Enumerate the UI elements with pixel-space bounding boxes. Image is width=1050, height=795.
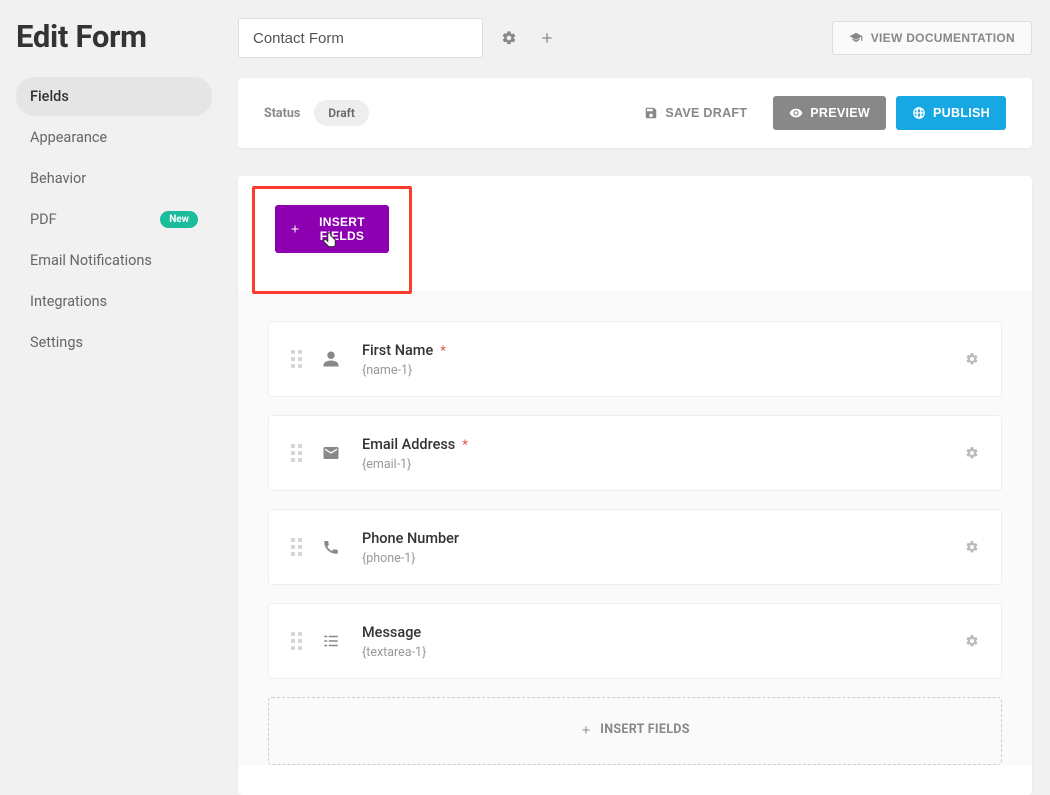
plus-icon — [289, 223, 301, 235]
graduation-cap-icon — [849, 31, 863, 45]
field-meta: Phone Number {phone-1} — [362, 528, 945, 566]
insert-fields-highlight: INSERT FIELDS — [252, 186, 412, 294]
preview-button[interactable]: PREVIEW — [773, 96, 886, 130]
field-slug: {name-1} — [362, 363, 945, 378]
main: VIEW DOCUMENTATION Status Draft SAVE DRA… — [220, 0, 1050, 795]
sidebar-item-behavior[interactable]: Behavior — [16, 159, 212, 198]
gear-icon[interactable] — [965, 446, 979, 460]
field-label: First Name — [362, 342, 433, 359]
status-badge: Draft — [314, 100, 369, 126]
fields-list: First Name * {name-1} — [238, 291, 1032, 765]
plus-icon — [580, 724, 592, 736]
field-label: Email Address — [362, 436, 455, 453]
sidebar-nav: Fields Appearance Behavior PDF New Email… — [16, 77, 212, 362]
sidebar-item-label: Settings — [30, 334, 83, 351]
status-label: Status — [264, 106, 300, 121]
drag-handle-icon[interactable] — [291, 444, 302, 462]
plus-icon[interactable] — [535, 26, 559, 50]
status-bar: Status Draft SAVE DRAFT PREVIEW — [238, 78, 1032, 148]
preview-label: PREVIEW — [810, 106, 870, 120]
required-mark: * — [440, 344, 446, 359]
gear-icon[interactable] — [965, 540, 979, 554]
required-mark: * — [462, 438, 468, 453]
page-title: Edit Form — [16, 18, 212, 55]
doc-button-label: VIEW DOCUMENTATION — [871, 31, 1015, 45]
sidebar: Edit Form Fields Appearance Behavior PDF… — [0, 0, 220, 795]
sidebar-item-email-notifications[interactable]: Email Notifications — [16, 241, 212, 280]
save-icon — [644, 106, 658, 120]
publish-button[interactable]: PUBLISH — [896, 96, 1006, 130]
sidebar-item-label: Integrations — [30, 293, 107, 310]
sidebar-item-fields[interactable]: Fields — [16, 77, 212, 116]
drag-handle-icon[interactable] — [291, 632, 302, 650]
phone-icon — [322, 538, 342, 556]
field-slug: {email-1} — [362, 457, 945, 472]
insert-fields-dropzone[interactable]: INSERT FIELDS — [268, 697, 1002, 765]
field-meta: First Name * {name-1} — [362, 340, 945, 378]
save-label: SAVE DRAFT — [665, 106, 747, 120]
textarea-icon — [322, 632, 342, 650]
insert-drop-label: INSERT FIELDS — [600, 722, 689, 737]
save-draft-button[interactable]: SAVE DRAFT — [628, 96, 763, 130]
globe-icon — [912, 106, 926, 120]
gear-icon[interactable] — [965, 634, 979, 648]
drag-handle-icon[interactable] — [291, 538, 302, 556]
gear-icon[interactable] — [965, 352, 979, 366]
sidebar-item-integrations[interactable]: Integrations — [16, 282, 212, 321]
field-slug: {phone-1} — [362, 551, 945, 566]
eye-icon — [789, 106, 803, 120]
sidebar-item-settings[interactable]: Settings — [16, 323, 212, 362]
sidebar-item-label: Fields — [30, 88, 69, 105]
fields-panel: INSERT FIELDS First Name * — [238, 176, 1032, 795]
mail-icon — [322, 444, 342, 462]
drag-handle-icon[interactable] — [291, 350, 302, 368]
field-slug: {textarea-1} — [362, 645, 945, 660]
sidebar-item-pdf[interactable]: PDF New — [16, 200, 212, 239]
sidebar-item-label: PDF — [30, 211, 57, 228]
user-icon — [322, 350, 342, 368]
sidebar-item-label: Email Notifications — [30, 252, 152, 269]
topbar: VIEW DOCUMENTATION — [238, 18, 1032, 58]
field-label: Phone Number — [362, 530, 459, 547]
field-card[interactable]: Phone Number {phone-1} — [268, 509, 1002, 585]
field-meta: Message {textarea-1} — [362, 622, 945, 660]
field-label: Message — [362, 624, 421, 641]
field-card[interactable]: Email Address * {email-1} — [268, 415, 1002, 491]
gear-icon[interactable] — [497, 26, 521, 50]
field-meta: Email Address * {email-1} — [362, 434, 945, 472]
pointer-cursor-icon — [321, 231, 339, 251]
status-actions: SAVE DRAFT PREVIEW PUBLISH — [628, 96, 1006, 130]
publish-label: PUBLISH — [933, 106, 990, 120]
view-documentation-button[interactable]: VIEW DOCUMENTATION — [832, 21, 1032, 55]
field-card[interactable]: Message {textarea-1} — [268, 603, 1002, 679]
new-badge: New — [160, 211, 198, 228]
field-card[interactable]: First Name * {name-1} — [268, 321, 1002, 397]
sidebar-item-label: Appearance — [30, 129, 107, 146]
insert-button-label: INSERT FIELDS — [309, 215, 375, 243]
form-name-input[interactable] — [238, 18, 483, 58]
sidebar-item-label: Behavior — [30, 170, 86, 187]
sidebar-item-appearance[interactable]: Appearance — [16, 118, 212, 157]
